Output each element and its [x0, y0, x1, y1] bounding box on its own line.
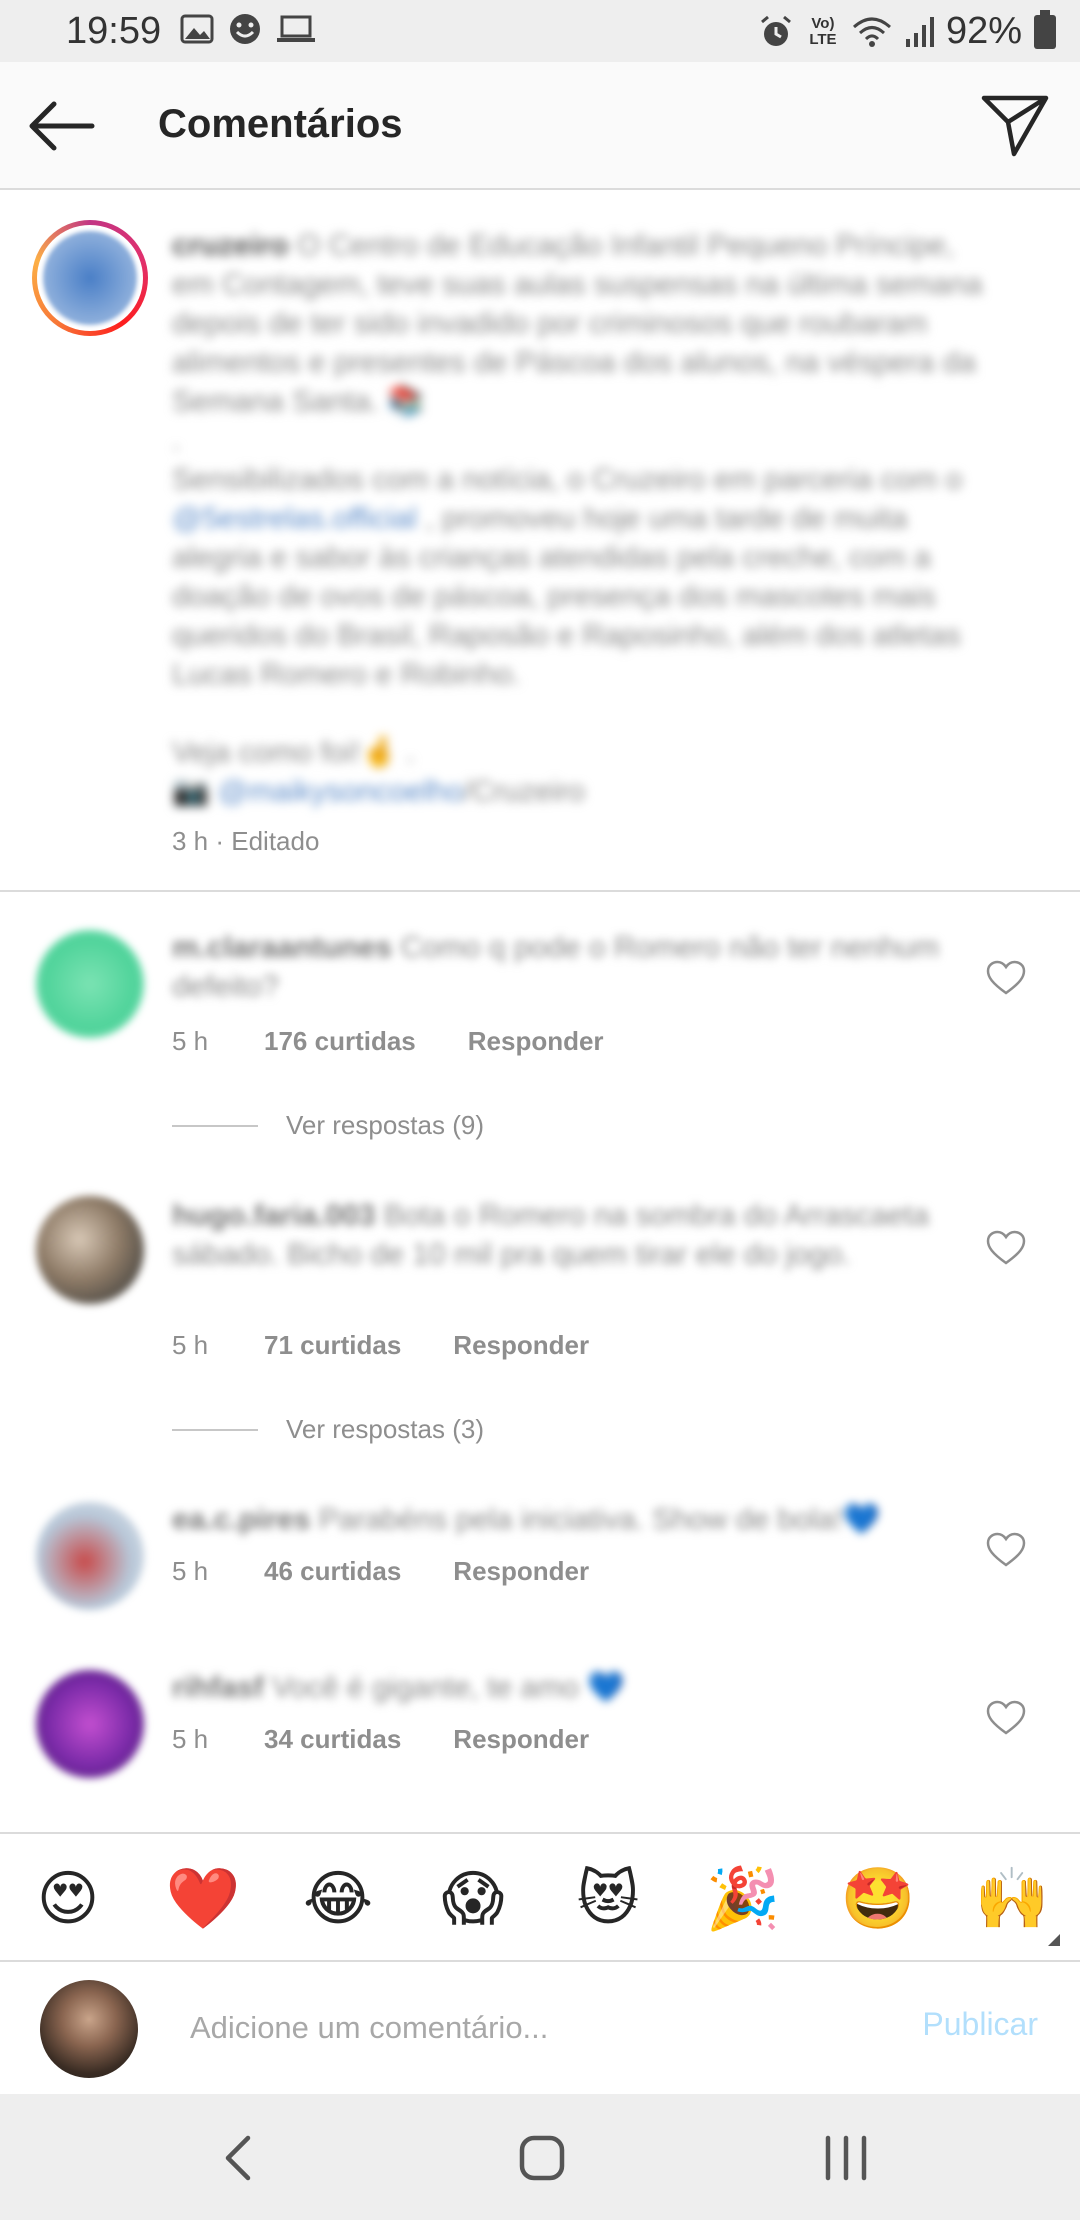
caption-username[interactable]: cruzeiro [172, 229, 289, 262]
caption-mention-photographer[interactable]: @maikysoncoelho [218, 775, 464, 808]
post-caption: cruzeiro O Centro de Educação Infantil P… [0, 192, 1080, 892]
volte-label: Vo) LTE [809, 14, 837, 48]
like-heart-icon[interactable] [986, 1230, 1026, 1266]
reply-button[interactable]: Responder [453, 1556, 589, 1587]
page-title: Comentários [158, 102, 403, 146]
app-bar: Comentários [0, 62, 1080, 190]
nav-home-icon[interactable] [510, 2126, 574, 2190]
comment-meta: 5 h 176 curtidas Responder [172, 1026, 604, 1057]
comment-meta: 5 h 46 curtidas Responder [172, 1556, 589, 1587]
comment-time: 5 h [172, 1026, 209, 1056]
comment-composer: Publicar [0, 1962, 1080, 2094]
caption-credit: /Cruzeiro [463, 775, 585, 808]
view-replies-label[interactable]: Ver respostas (3) [286, 1414, 484, 1445]
comment-username[interactable]: rihfasf [172, 1671, 264, 1704]
emoji-party-popper[interactable]: 🎉 [703, 1864, 783, 1934]
system-nav-bar [0, 2094, 1080, 2220]
emoji-heart-eyes-cat[interactable]: 😻 [568, 1864, 648, 1934]
commenter-avatar[interactable] [36, 1502, 144, 1610]
like-heart-icon[interactable] [986, 960, 1026, 996]
emoji-quick-bar: 😍 ❤️ 😂 😱 😻 🎉 🤩 🙌 [0, 1832, 1080, 1962]
emoji-heart-eyes[interactable]: 😍 [28, 1864, 108, 1934]
battery-icon [1034, 9, 1056, 49]
emoji-screaming[interactable]: 😱 [433, 1864, 513, 1934]
author-avatar[interactable] [32, 220, 148, 336]
caption-paragraph-3: Veja como foi!🤞 . [172, 736, 415, 769]
gallery-icon [180, 14, 214, 44]
direct-send-icon[interactable] [980, 92, 1050, 158]
status-bar: 19:59 Vo) LTE 92% [0, 0, 1080, 62]
caption-dot: . [172, 424, 181, 457]
comment-username[interactable]: ea.c.pires [172, 1503, 310, 1536]
caption-paragraph-2-start: Sensibilizados com a notícia, o Cruzeiro… [172, 463, 963, 496]
replies-divider [172, 1124, 258, 1127]
back-arrow-icon[interactable] [28, 98, 98, 154]
caption-text: cruzeiro O Centro de Educação Infantil P… [172, 226, 992, 811]
comment-likes[interactable]: 34 curtidas [264, 1724, 401, 1755]
emoji-bar-corner-indicator [1048, 1934, 1060, 1946]
emoji-raising-hands[interactable]: 🙌 [972, 1864, 1052, 1934]
wifi-icon [852, 17, 891, 47]
caption-paragraph-1: O Centro de Educação Infantil Pequeno Pr… [172, 229, 983, 418]
reply-button[interactable]: Responder [453, 1724, 589, 1755]
replies-divider [172, 1428, 258, 1431]
caption-mention-5estrelas[interactable]: @5estrelas.official [172, 502, 417, 535]
battery-percent: 92% [945, 10, 1022, 52]
comment-text: m.claraantunes Como q pode o Romero não … [172, 928, 972, 1006]
commenter-avatar[interactable] [36, 1670, 144, 1778]
comment-username[interactable]: hugo.faria.003 [172, 1199, 375, 1232]
comment-text: rihfasf Você é gigante, te amo 💙 [172, 1668, 972, 1707]
current-user-avatar [40, 1980, 138, 2078]
emoji-red-heart[interactable]: ❤️ [163, 1864, 243, 1934]
comment-likes[interactable]: 46 curtidas [264, 1556, 401, 1587]
alarm-icon [760, 15, 791, 46]
view-replies[interactable]: Ver respostas (3) [172, 1414, 484, 1445]
like-heart-icon[interactable] [986, 1532, 1026, 1568]
caption-meta: 3 h · Editado [172, 826, 320, 856]
emoji-notification-icon [230, 14, 260, 44]
comment-username[interactable]: m.claraantunes [172, 931, 392, 964]
comment-likes[interactable]: 176 curtidas [264, 1026, 416, 1057]
commenter-avatar[interactable] [36, 1196, 144, 1304]
comment-time: 5 h [172, 1556, 209, 1586]
commenter-avatar[interactable] [36, 930, 144, 1038]
view-replies-label[interactable]: Ver respostas (9) [286, 1110, 484, 1141]
comment-text: hugo.faria.003 Bota o Romero na sombra d… [172, 1196, 972, 1274]
nav-back-icon[interactable] [208, 2126, 272, 2190]
publish-button[interactable]: Publicar [922, 2006, 1038, 2043]
comment-text: ea.c.pires Parabéns pela iniciativa. Sho… [172, 1500, 972, 1539]
status-notification-icons [180, 12, 316, 46]
status-system-icons: Vo) LTE 92% [758, 9, 1056, 53]
emoji-tears-of-joy[interactable]: 😂 [298, 1864, 378, 1934]
signal-icon [905, 16, 934, 47]
status-time: 19:59 [66, 10, 162, 52]
comment-body: Parabéns pela iniciativa. Show de bola!💙 [318, 1503, 880, 1536]
comment-time: 5 h [172, 1330, 209, 1360]
comment-meta: 5 h 34 curtidas Responder [172, 1724, 589, 1755]
comment-input[interactable] [190, 1998, 830, 2058]
caption-camera: 📷 [172, 775, 218, 808]
nav-recents-icon[interactable] [814, 2126, 878, 2190]
emoji-star-struck[interactable]: 🤩 [838, 1864, 918, 1934]
comment-body: Você é gigante, te amo 💙 [272, 1671, 625, 1704]
comment-time: 5 h [172, 1724, 209, 1754]
comment-meta: 5 h 71 curtidas Responder [172, 1330, 589, 1361]
reply-button[interactable]: Responder [453, 1330, 589, 1361]
comment-likes[interactable]: 71 curtidas [264, 1330, 401, 1361]
laptop-icon [277, 15, 315, 42]
view-replies[interactable]: Ver respostas (9) [172, 1110, 484, 1141]
like-heart-icon[interactable] [986, 1700, 1026, 1736]
reply-button[interactable]: Responder [468, 1026, 604, 1057]
